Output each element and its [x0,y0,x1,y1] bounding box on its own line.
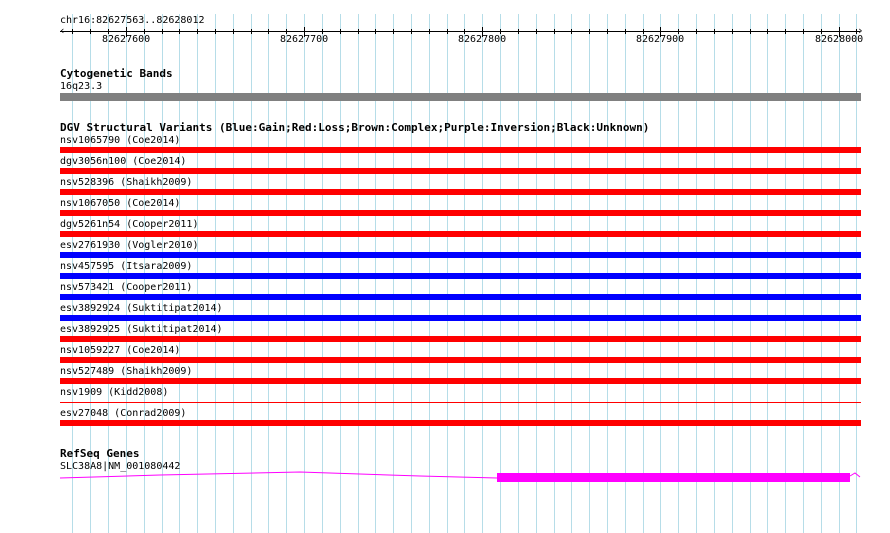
refseq-gene-model[interactable] [0,0,890,533]
genome-browser-view: chr16:82627563..82628012 ‹ › 82627600 82627… [0,0,890,533]
refseq-end-line [849,472,861,478]
refseq-intron-line [59,471,498,479]
refseq-exon-block[interactable] [497,473,850,482]
